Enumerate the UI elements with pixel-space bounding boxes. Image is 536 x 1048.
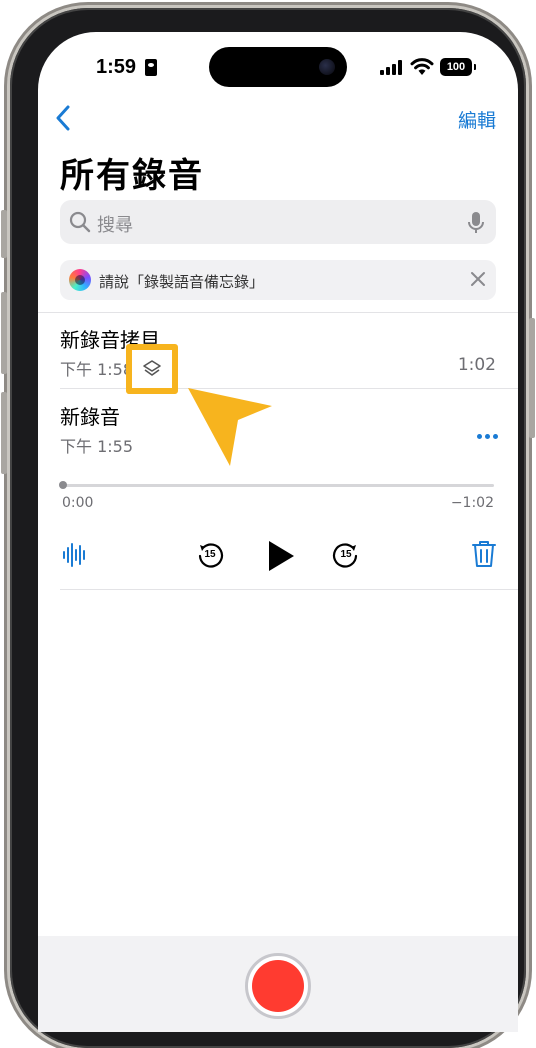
skip-back-label: 15 bbox=[204, 549, 216, 560]
list-divider bbox=[38, 312, 518, 313]
back-chevron-icon[interactable] bbox=[52, 104, 76, 132]
screen: 1:59 100 編輯 所有錄音 搜尋 請說「錄製語音備忘錄」 新錄音拷貝 下午… bbox=[38, 32, 518, 1032]
more-options-button[interactable] bbox=[474, 424, 498, 443]
ellipsis-icon bbox=[477, 434, 482, 439]
trash-icon[interactable] bbox=[472, 540, 496, 568]
siri-suggestion-banner[interactable]: 請說「錄製語音備忘錄」 bbox=[60, 260, 496, 300]
recording-time: 下午 1:58 bbox=[60, 360, 134, 379]
search-icon bbox=[69, 211, 91, 233]
remaining-time: −1:02 bbox=[450, 495, 494, 511]
power-button bbox=[529, 318, 535, 438]
status-time: 1:59 bbox=[96, 56, 137, 78]
phone-frame: 1:59 100 編輯 所有錄音 搜尋 請說「錄製語音備忘錄」 新錄音拷貝 下午… bbox=[1, 8, 535, 1048]
skip-forward-button[interactable]: 15 bbox=[332, 542, 360, 570]
action-button bbox=[1, 210, 7, 258]
skip-back-button[interactable]: 15 bbox=[196, 542, 224, 570]
siri-suggestion-text: 請說「錄製語音備忘錄」 bbox=[99, 273, 265, 291]
elapsed-time: 0:00 bbox=[62, 495, 94, 511]
wifi-icon bbox=[410, 58, 434, 75]
layers-icon bbox=[143, 360, 161, 376]
page-title: 所有錄音 bbox=[60, 156, 204, 196]
battery-indicator: 100 bbox=[440, 58, 476, 76]
scrubber-thumb[interactable] bbox=[59, 481, 67, 489]
search-field[interactable]: 搜尋 bbox=[60, 200, 496, 244]
dynamic-island bbox=[209, 47, 347, 87]
recording-name: 新錄音 bbox=[60, 405, 120, 429]
playback-scrubber[interactable] bbox=[62, 484, 494, 487]
edit-button[interactable]: 編輯 bbox=[458, 106, 496, 133]
recording-time: 下午 1:55 bbox=[60, 437, 134, 456]
copy-badge-highlight bbox=[126, 344, 178, 394]
search-placeholder: 搜尋 bbox=[97, 215, 133, 236]
pointer-arrow-icon bbox=[188, 388, 272, 466]
volume-up-button bbox=[1, 292, 7, 374]
siri-orb-icon bbox=[69, 269, 91, 291]
play-icon[interactable] bbox=[266, 540, 296, 572]
sim-card-icon bbox=[145, 59, 157, 76]
waveform-icon[interactable] bbox=[62, 542, 88, 568]
record-button[interactable] bbox=[245, 953, 311, 1019]
skip-forward-label: 15 bbox=[340, 549, 352, 560]
microphone-icon[interactable] bbox=[468, 211, 484, 235]
close-icon[interactable] bbox=[470, 271, 486, 287]
volume-down-button bbox=[1, 392, 7, 474]
cellular-signal-icon bbox=[380, 60, 404, 75]
list-divider bbox=[60, 589, 518, 590]
recording-duration: 1:02 bbox=[457, 355, 496, 375]
